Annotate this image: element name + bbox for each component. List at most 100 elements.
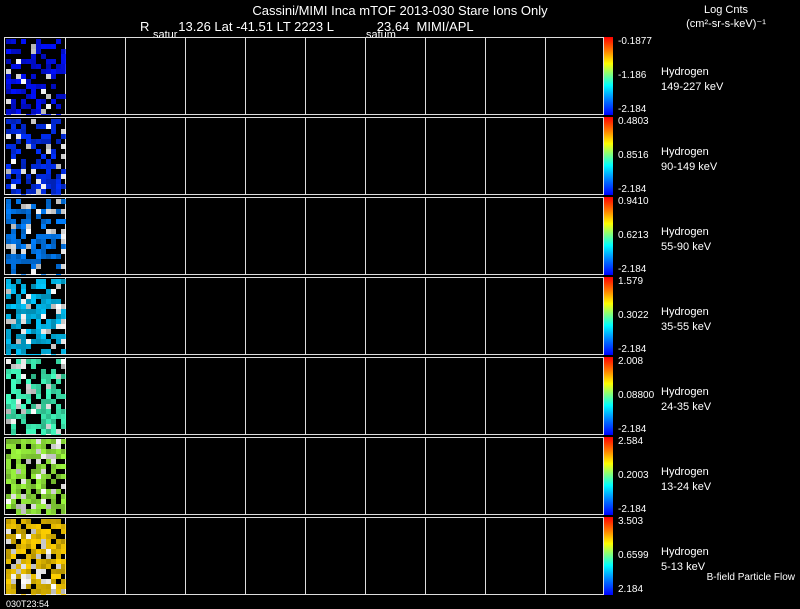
intensity-pixel — [26, 114, 31, 115]
intensity-pixel — [31, 409, 36, 414]
intensity-pixel — [31, 54, 36, 59]
intensity-pixel — [11, 259, 16, 264]
intensity-pixel — [61, 504, 66, 509]
intensity-pixel — [21, 309, 26, 314]
intensity-pixel — [16, 379, 21, 384]
intensity-pixel — [26, 309, 31, 314]
intensity-pixel — [21, 234, 26, 239]
intensity-pixel — [26, 579, 31, 584]
colorbar — [604, 37, 613, 115]
intensity-pixel — [51, 154, 56, 159]
intensity-pixel — [51, 59, 56, 64]
intensity-pixel — [36, 499, 41, 504]
intensity-pixel — [6, 469, 11, 474]
intensity-pixel — [56, 39, 61, 44]
intensity-pixel — [21, 224, 26, 229]
intensity-pixel — [16, 319, 21, 324]
intensity-pixel — [21, 464, 26, 469]
intensity-pixel — [56, 104, 61, 109]
intensity-pixel — [16, 299, 21, 304]
intensity-pixel — [56, 404, 61, 409]
intensity-pixel — [51, 594, 56, 595]
intensity-pixel — [31, 529, 36, 534]
intensity-pixel — [31, 484, 36, 489]
intensity-pixel — [31, 264, 36, 269]
intensity-pixel — [21, 529, 26, 534]
intensity-pixel — [26, 544, 31, 549]
intensity-pixel — [11, 539, 16, 544]
intensity-image — [6, 199, 66, 275]
panel-grid-line — [425, 198, 426, 274]
intensity-pixel — [31, 589, 36, 594]
intensity-pixel — [6, 79, 11, 84]
intensity-pixel — [41, 124, 46, 129]
intensity-pixel — [51, 509, 56, 514]
intensity-pixel — [36, 454, 41, 459]
intensity-pixel — [46, 69, 51, 74]
colorbar-min-label: -2.184 — [618, 104, 647, 115]
intensity-pixel — [41, 494, 46, 499]
intensity-pixel — [31, 274, 36, 275]
intensity-pixel — [46, 149, 51, 154]
intensity-pixel — [21, 569, 26, 574]
intensity-pixel — [46, 394, 51, 399]
intensity-pixel — [51, 464, 56, 469]
intensity-pixel — [31, 89, 36, 94]
colorbar-mid-label: 0.08800 — [618, 390, 655, 401]
intensity-pixel — [36, 84, 41, 89]
intensity-pixel — [61, 209, 66, 214]
intensity-pixel — [36, 264, 41, 269]
intensity-pixel — [56, 314, 61, 319]
intensity-pixel — [56, 454, 61, 459]
intensity-pixel — [6, 89, 11, 94]
intensity-pixel — [36, 469, 41, 474]
time-stamp: 030T23:54 — [6, 599, 50, 609]
intensity-pixel — [11, 304, 16, 309]
intensity-pixel — [11, 99, 16, 104]
intensity-pixel — [6, 339, 11, 344]
intensity-pixel — [6, 199, 11, 204]
intensity-pixel — [11, 89, 16, 94]
intensity-pixel — [6, 574, 11, 579]
intensity-pixel — [11, 269, 16, 274]
intensity-pixel — [51, 439, 56, 444]
intensity-pixel — [31, 204, 36, 209]
intensity-pixel — [61, 154, 66, 159]
intensity-pixel — [56, 309, 61, 314]
intensity-pixel — [21, 594, 26, 595]
intensity-pixel — [26, 519, 31, 524]
intensity-pixel — [46, 184, 51, 189]
intensity-pixel — [51, 589, 56, 594]
plot-subtitle: R 13.26 Lat -41.51 LT 2223 L 23.64 MIMI/… — [140, 19, 474, 34]
intensity-pixel — [46, 564, 51, 569]
intensity-pixel — [36, 49, 41, 54]
intensity-pixel — [61, 199, 66, 204]
intensity-pixel — [31, 74, 36, 79]
intensity-pixel — [56, 334, 61, 339]
intensity-pixel — [36, 104, 41, 109]
intensity-pixel — [31, 404, 36, 409]
intensity-pixel — [61, 509, 66, 514]
intensity-pixel — [26, 409, 31, 414]
intensity-pixel — [21, 419, 26, 424]
intensity-pixel — [51, 424, 56, 429]
intensity-pixel — [26, 344, 31, 349]
panel-grid-line — [125, 198, 126, 274]
intensity-pixel — [11, 449, 16, 454]
intensity-pixel — [51, 454, 56, 459]
intensity-pixel — [26, 389, 31, 394]
intensity-pixel — [36, 589, 41, 594]
intensity-pixel — [51, 74, 56, 79]
intensity-pixel — [41, 419, 46, 424]
intensity-pixel — [21, 334, 26, 339]
intensity-pixel — [11, 154, 16, 159]
intensity-pixel — [16, 224, 21, 229]
intensity-pixel — [6, 529, 11, 534]
intensity-pixel — [61, 234, 66, 239]
intensity-pixel — [26, 554, 31, 559]
intensity-pixel — [56, 254, 61, 259]
intensity-pixel — [56, 299, 61, 304]
intensity-pixel — [51, 534, 56, 539]
intensity-pixel — [21, 344, 26, 349]
intensity-pixel — [31, 49, 36, 54]
